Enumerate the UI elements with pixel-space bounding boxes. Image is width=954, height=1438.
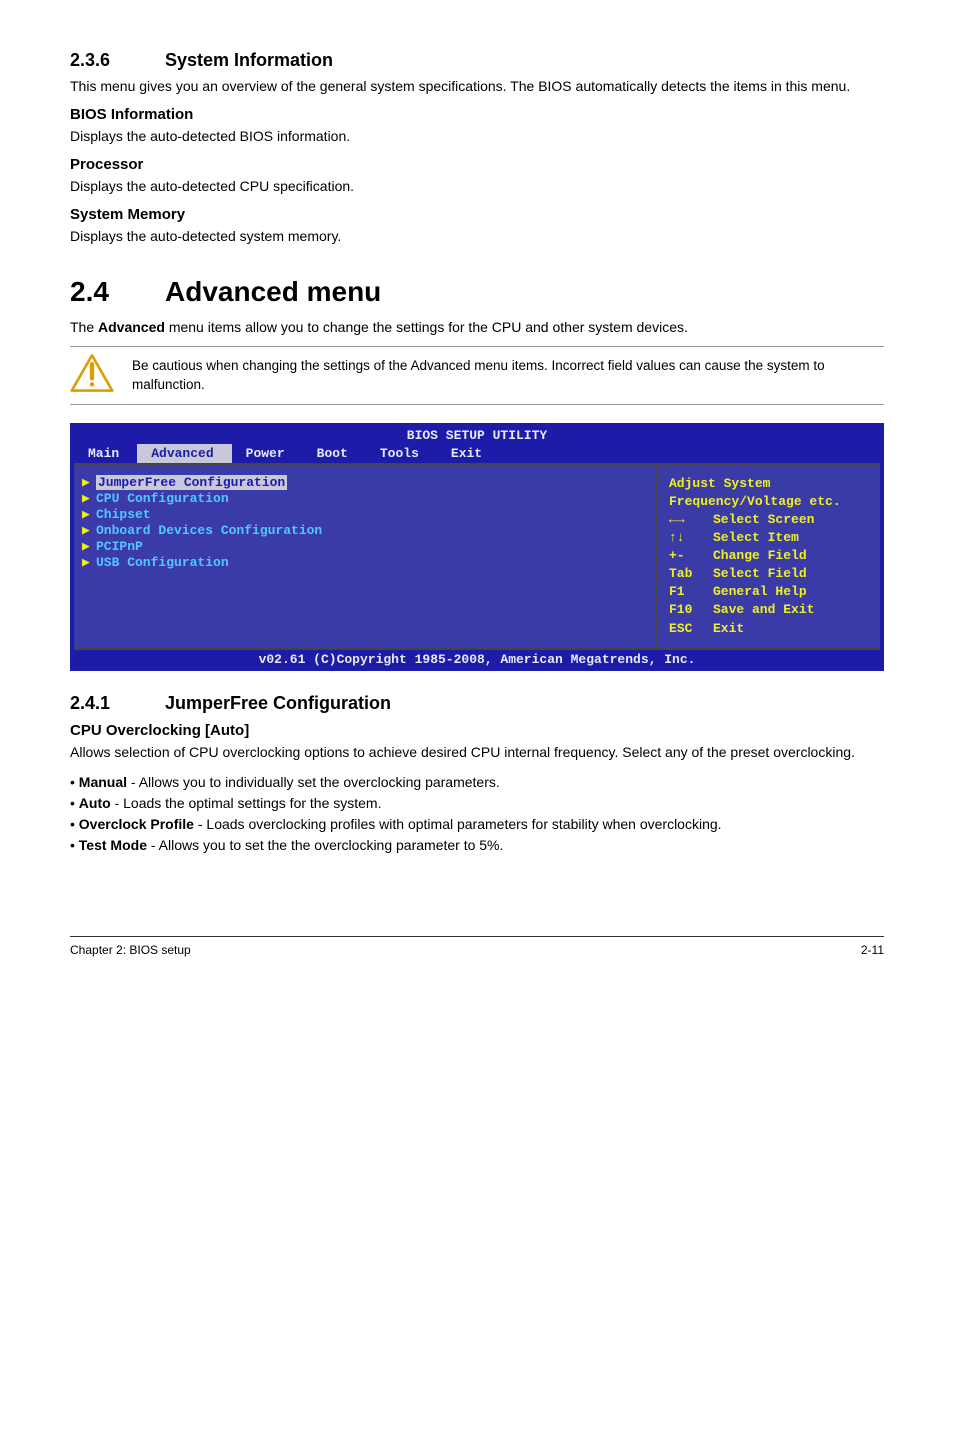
bios-key-row: TabSelect Field xyxy=(669,565,870,583)
bios-item-label: CPU Configuration xyxy=(96,491,229,506)
option-test-mode: • Test Mode - Allows you to set the the … xyxy=(70,835,884,856)
submenu-arrow-icon: ▶ xyxy=(82,539,96,554)
bios-screenshot: BIOS SETUP UTILITY Main Advanced Power B… xyxy=(70,423,884,670)
intro-text: This menu gives you an overview of the g… xyxy=(70,77,884,96)
opt-name: Auto xyxy=(79,795,111,811)
option-manual: • Manual - Allows you to individually se… xyxy=(70,772,884,793)
footer-left: Chapter 2: BIOS setup xyxy=(70,943,191,957)
key: ←→ xyxy=(669,511,713,529)
opt-desc: - Loads overclocking profiles with optim… xyxy=(194,816,722,832)
submenu-arrow-icon: ▶ xyxy=(82,555,96,570)
opt-name: Manual xyxy=(79,774,127,790)
heading-title: JumperFree Configuration xyxy=(165,693,391,713)
cpu-overclock-text: Allows selection of CPU overclocking opt… xyxy=(70,743,884,762)
bios-item-onboard[interactable]: ▶Onboard Devices Configuration xyxy=(82,523,641,538)
submenu-arrow-icon: ▶ xyxy=(82,523,96,538)
key-desc: Change Field xyxy=(713,547,807,565)
bios-util-title: BIOS SETUP UTILITY xyxy=(74,427,880,444)
key-desc: Save and Exit xyxy=(713,601,814,619)
bios-tabs: Main Advanced Power Boot Tools Exit xyxy=(74,444,880,463)
system-memory-text: Displays the auto-detected system memory… xyxy=(70,227,884,246)
bios-key-row: ←→Select Screen xyxy=(669,511,870,529)
key: F1 xyxy=(669,583,713,601)
bios-item-label: Chipset xyxy=(96,507,151,522)
bios-item-cpu[interactable]: ▶CPU Configuration xyxy=(82,491,641,506)
page-footer: Chapter 2: BIOS setup 2-11 xyxy=(70,936,884,957)
cpu-overclock-heading: CPU Overclocking [Auto] xyxy=(70,722,884,739)
heading-2-4: 2.4Advanced menu xyxy=(70,276,884,308)
submenu-arrow-icon: ▶ xyxy=(82,507,96,522)
key: +- xyxy=(669,547,713,565)
key: ESC xyxy=(669,620,713,638)
heading-num: 2.3.6 xyxy=(70,50,165,71)
option-overclock-profile: • Overclock Profile - Loads overclocking… xyxy=(70,814,884,835)
bios-tab-main[interactable]: Main xyxy=(74,444,137,463)
key: F10 xyxy=(669,601,713,619)
bios-item-label: PCIPnP xyxy=(96,539,143,554)
key-desc: Select Screen xyxy=(713,511,814,529)
big-heading-title: Advanced menu xyxy=(165,276,381,307)
bios-key-row: ESCExit xyxy=(669,620,870,638)
heading-title: System Information xyxy=(165,50,333,70)
bios-info-heading: BIOS Information xyxy=(70,106,884,123)
key: Tab xyxy=(669,565,713,583)
bios-menu-panel: ▶JumperFree Configuration ▶CPU Configura… xyxy=(74,465,655,647)
system-memory-heading: System Memory xyxy=(70,206,884,223)
submenu-arrow-icon: ▶ xyxy=(82,491,96,506)
submenu-arrow-icon: ▶ xyxy=(82,475,96,490)
bios-item-chipset[interactable]: ▶Chipset xyxy=(82,507,641,522)
bios-help-text: Adjust System Frequency/Voltage etc. xyxy=(669,475,870,510)
big-heading-num: 2.4 xyxy=(70,276,165,308)
key-desc: Select Item xyxy=(713,529,799,547)
bios-tab-advanced[interactable]: Advanced xyxy=(137,444,231,463)
bios-item-pcipnp[interactable]: ▶PCIPnP xyxy=(82,539,641,554)
bios-key-row: ↑↓Select Item xyxy=(669,529,870,547)
bios-tab-power[interactable]: Power xyxy=(232,444,303,463)
bios-item-jumperfree[interactable]: ▶JumperFree Configuration xyxy=(82,475,641,490)
bios-key-row: F10Save and Exit xyxy=(669,601,870,619)
intro-post: menu items allow you to change the setti… xyxy=(165,319,688,335)
intro-pre: The xyxy=(70,319,98,335)
bios-help-panel: Adjust System Frequency/Voltage etc. ←→S… xyxy=(655,465,880,647)
bios-tab-tools[interactable]: Tools xyxy=(366,444,437,463)
bios-key-row: F1General Help xyxy=(669,583,870,601)
key-desc: Exit xyxy=(713,620,744,638)
heading-num: 2.4.1 xyxy=(70,693,165,714)
bios-copyright: v02.61 (C)Copyright 1985-2008, American … xyxy=(74,648,880,667)
bios-info-text: Displays the auto-detected BIOS informat… xyxy=(70,127,884,146)
processor-heading: Processor xyxy=(70,156,884,173)
opt-desc: - Allows you to individually set the ove… xyxy=(127,774,500,790)
opt-name: Overclock Profile xyxy=(79,816,194,832)
opt-desc: - Allows you to set the the overclocking… xyxy=(147,837,503,853)
opt-desc: - Loads the optimal settings for the sys… xyxy=(111,795,382,811)
bios-tab-exit[interactable]: Exit xyxy=(437,444,500,463)
bios-item-label: JumperFree Configuration xyxy=(96,475,287,490)
caution-note: Be cautious when changing the settings o… xyxy=(70,346,884,405)
footer-right: 2-11 xyxy=(861,943,884,957)
bios-body: ▶JumperFree Configuration ▶CPU Configura… xyxy=(74,463,880,647)
option-auto: • Auto - Loads the optimal settings for … xyxy=(70,793,884,814)
bios-item-usb[interactable]: ▶USB Configuration xyxy=(82,555,641,570)
caution-text: Be cautious when changing the settings o… xyxy=(132,353,884,393)
caution-icon xyxy=(70,353,114,398)
intro-bold: Advanced xyxy=(98,319,165,335)
bios-item-label: Onboard Devices Configuration xyxy=(96,523,322,538)
advanced-intro: The Advanced menu items allow you to cha… xyxy=(70,318,884,337)
bios-key-legend: ←→Select Screen ↑↓Select Item +-Change F… xyxy=(669,511,870,638)
processor-text: Displays the auto-detected CPU specifica… xyxy=(70,177,884,196)
bios-tab-boot[interactable]: Boot xyxy=(303,444,366,463)
bios-item-label: USB Configuration xyxy=(96,555,229,570)
bios-key-row: +-Change Field xyxy=(669,547,870,565)
key: ↑↓ xyxy=(669,529,713,547)
key-desc: General Help xyxy=(713,583,807,601)
heading-2-4-1: 2.4.1JumperFree Configuration xyxy=(70,693,884,714)
key-desc: Select Field xyxy=(713,565,807,583)
heading-2-3-6: 2.3.6System Information xyxy=(70,50,884,71)
opt-name: Test Mode xyxy=(79,837,147,853)
